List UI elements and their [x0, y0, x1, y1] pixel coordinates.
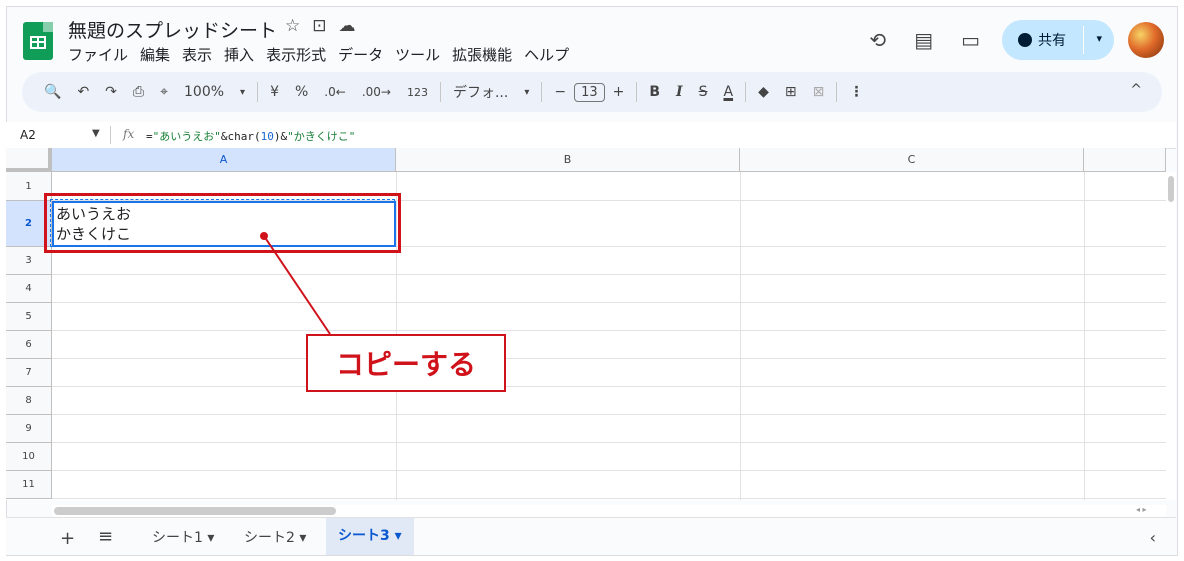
sheet-tab[interactable]: シート1 ▾ [152, 527, 214, 547]
add-sheet-button[interactable]: + [60, 528, 75, 549]
scroll-arrows-icon[interactable]: ◂ ▸ [1136, 505, 1147, 514]
callout-label: コピーする [306, 334, 506, 392]
horizontal-scrollbar[interactable] [52, 505, 1166, 517]
sheet-tab-active[interactable]: シート3 ▾ [326, 518, 414, 555]
vertical-scrollbar[interactable] [1166, 172, 1176, 500]
all-sheets-button[interactable]: ≡ [98, 526, 113, 547]
callout-leader-line [260, 232, 331, 335]
sheet-tabs-bar: + ≡ シート1 ▾ シート2 ▾ シート3 ▾ ‹ [6, 517, 1176, 555]
sheet-tab[interactable]: シート2 ▾ [244, 527, 306, 547]
collapse-sidebar-icon[interactable]: ‹ [1150, 528, 1156, 547]
